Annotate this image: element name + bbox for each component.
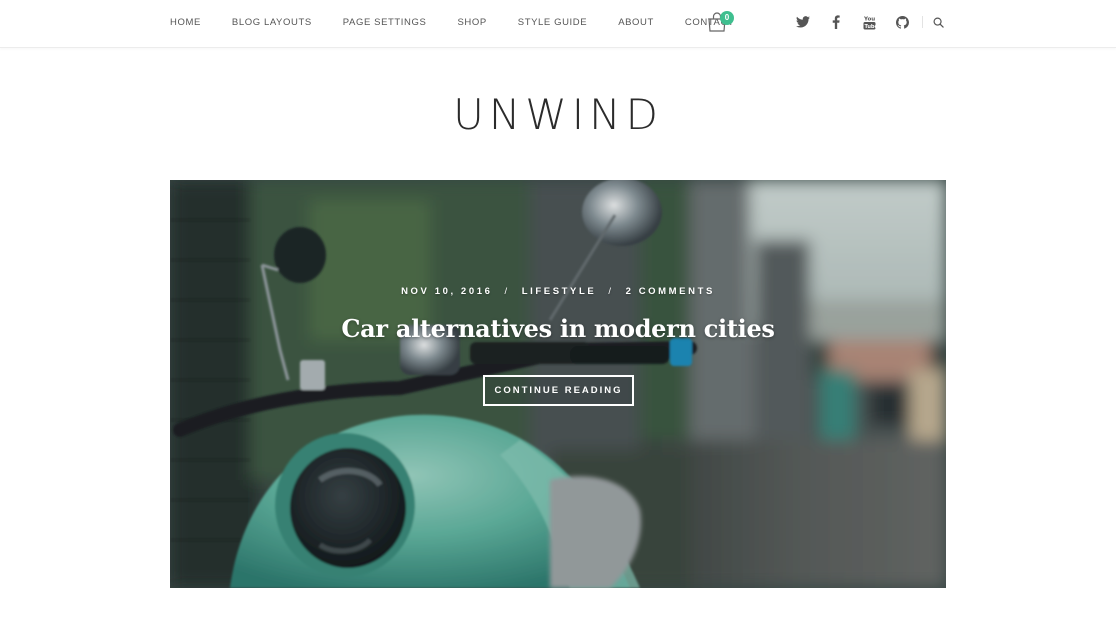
youtube-icon[interactable]: You Tube <box>860 13 878 31</box>
nav-item-style-guide[interactable]: Style Guide <box>518 17 587 28</box>
main-nav: Home Blog Layouts Page Settings Shop Sty… <box>170 0 765 44</box>
site-logo[interactable]: UNWIND <box>0 90 1116 139</box>
search-icon[interactable] <box>929 13 947 31</box>
nav-item-shop[interactable]: Shop <box>457 17 486 28</box>
cart-button[interactable]: 0 <box>707 10 734 34</box>
continue-reading-button[interactable]: Continue Reading <box>483 375 634 406</box>
post-meta: Nov 10, 2016 / Lifestyle / 2 Comments <box>170 286 946 297</box>
post-comments[interactable]: 2 Comments <box>626 286 715 297</box>
github-icon[interactable] <box>893 13 911 31</box>
site-header: Home Blog Layouts Page Settings Shop Sty… <box>0 0 1116 48</box>
svg-text:You: You <box>863 16 875 22</box>
post-category[interactable]: Lifestyle <box>522 286 597 297</box>
nav-divider <box>922 16 923 28</box>
meta-separator: / <box>608 286 614 297</box>
nav-item-home[interactable]: Home <box>170 17 201 28</box>
post-title[interactable]: Car alternatives in modern cities <box>170 314 946 343</box>
nav-item-about[interactable]: About <box>618 17 654 28</box>
twitter-icon[interactable] <box>794 13 812 31</box>
nav-item-page-settings[interactable]: Page Settings <box>343 17 427 28</box>
post-date[interactable]: Nov 10, 2016 <box>401 286 492 297</box>
cart-count-badge: 0 <box>720 11 734 25</box>
nav-item-blog-layouts[interactable]: Blog Layouts <box>232 17 312 28</box>
svg-text:Tube: Tube <box>864 24 876 30</box>
facebook-icon[interactable] <box>827 13 845 31</box>
featured-post: Nov 10, 2016 / Lifestyle / 2 Comments Car al… <box>170 180 946 588</box>
social-links: You Tube <box>794 12 947 32</box>
meta-separator: / <box>504 286 510 297</box>
